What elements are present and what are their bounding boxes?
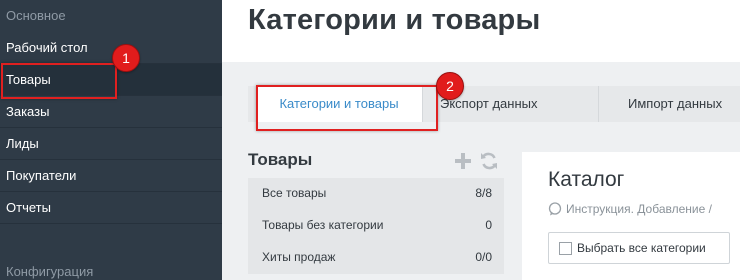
page-title: Категории и товары	[248, 4, 541, 36]
product-row-count: 0/0	[475, 250, 492, 264]
main-content: Категории и товары Категории и товары Эк…	[222, 0, 740, 280]
product-row-name: Все товары	[262, 186, 327, 200]
tab-divider	[598, 86, 599, 122]
product-row-uncategorized[interactable]: Товары без категории 0	[248, 210, 504, 242]
catalog-panel: Каталог Инструкция. Добавление / Выбрать…	[522, 152, 740, 280]
checkbox-icon	[559, 242, 572, 255]
tab-categories-products[interactable]: Категории и товары	[256, 86, 422, 122]
sidebar-item-dashboard[interactable]: Рабочий стол	[0, 32, 222, 64]
product-row-bestsellers[interactable]: Хиты продаж 0/0	[248, 242, 504, 274]
catalog-title: Каталог	[548, 168, 625, 191]
sidebar-section-config: Конфигурация	[6, 264, 94, 279]
tab-bar: Категории и товары Экспорт данных Импорт…	[248, 86, 740, 122]
instruction-link[interactable]: Инструкция. Добавление /	[566, 202, 712, 216]
sidebar-section-main: Основное	[6, 8, 66, 23]
page-header: Категории и товары	[222, 0, 740, 62]
tab-import[interactable]: Импорт данных	[628, 86, 722, 122]
products-title: Товары	[248, 150, 313, 169]
product-row-name: Товары без категории	[262, 218, 384, 232]
refresh-icon[interactable]	[480, 152, 498, 170]
step-badge: 1	[112, 44, 140, 72]
sidebar: Основное Рабочий стол Товары Заказы Лиды…	[0, 0, 222, 280]
sidebar-item-reports[interactable]: Отчеты	[0, 192, 222, 224]
sidebar-item-customers[interactable]: Покупатели	[0, 160, 222, 192]
sidebar-item-leads[interactable]: Лиды	[0, 128, 222, 160]
sidebar-item-orders[interactable]: Заказы	[0, 96, 222, 128]
select-all-label: Выбрать все категории	[577, 241, 706, 255]
plus-icon[interactable]	[454, 152, 472, 170]
product-row-count: 8/8	[475, 186, 492, 200]
sidebar-item-products[interactable]: Товары	[0, 64, 222, 96]
tab-divider	[422, 86, 423, 122]
product-row-name: Хиты продаж	[262, 250, 336, 264]
select-all-categories-button[interactable]: Выбрать все категории	[548, 232, 730, 264]
product-row-count: 0	[485, 218, 492, 232]
products-panel: Товары Все товары 8/8 Товары без категор…	[248, 122, 506, 280]
step-badge: 2	[436, 72, 464, 100]
product-row-all[interactable]: Все товары 8/8	[248, 178, 504, 210]
comment-icon	[548, 202, 562, 216]
